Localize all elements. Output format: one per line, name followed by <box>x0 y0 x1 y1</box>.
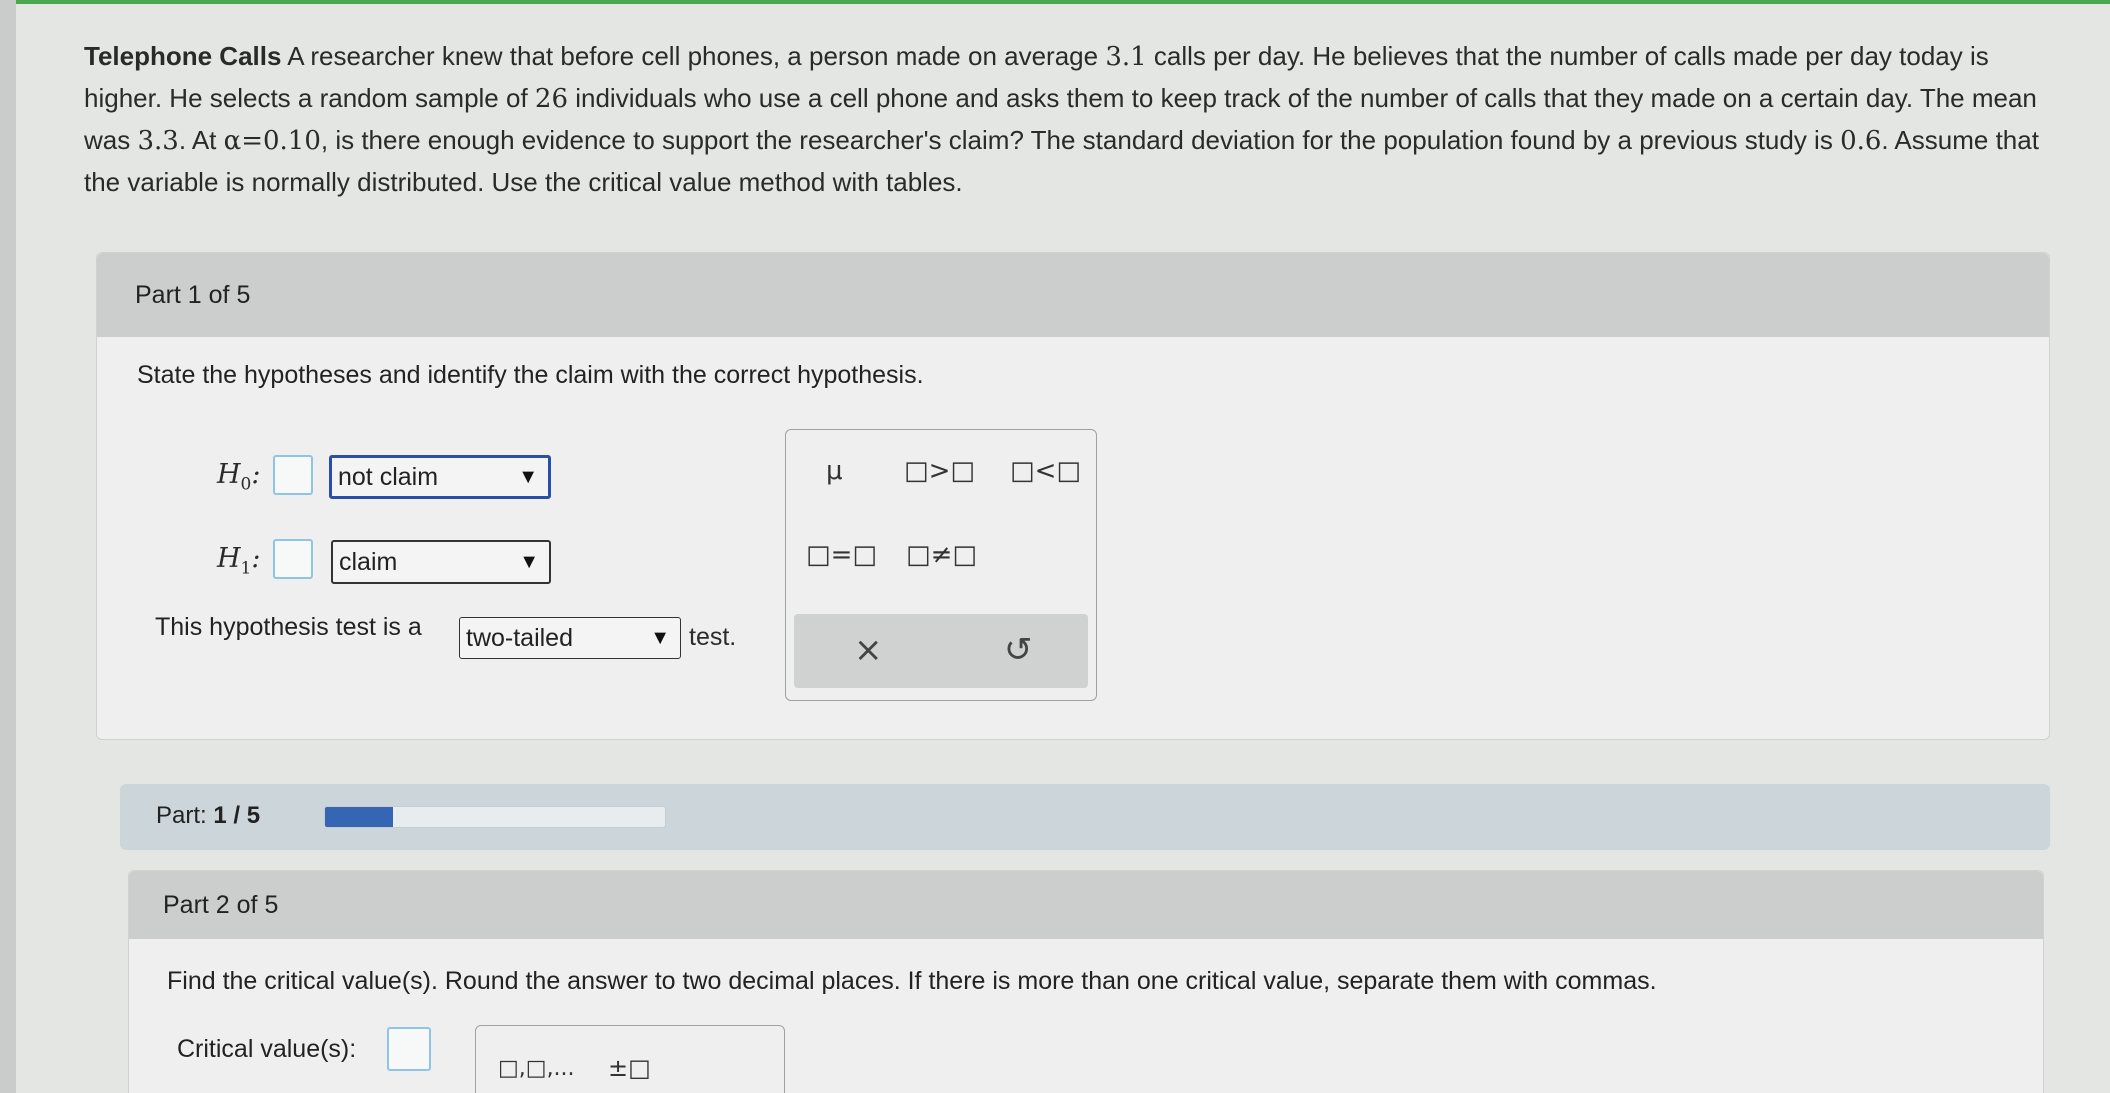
problem-value: 3.1 <box>1105 42 1147 72</box>
h1-subscript: 1 <box>240 558 252 579</box>
h0-claim-select[interactable]: not claim ▼ <box>329 455 551 499</box>
undo-icon[interactable]: ↺ <box>1004 630 1033 670</box>
clear-icon[interactable]: × <box>854 630 883 670</box>
test-type-value: two-tailed <box>466 623 573 652</box>
critical-value-box[interactable] <box>387 1027 431 1071</box>
list-button[interactable]: □,□,... <box>498 1056 575 1081</box>
part-2-header: Part 2 of 5 <box>129 871 2043 939</box>
plus-minus-button[interactable]: ±□ <box>608 1054 651 1082</box>
h1-answer-box[interactable] <box>273 539 313 579</box>
mu-button[interactable]: μ <box>826 456 843 486</box>
h1-colon: : <box>251 543 261 574</box>
part-2-prompt: Find the critical value(s). Round the an… <box>167 967 1657 995</box>
h0-claim-value: not claim <box>338 462 439 491</box>
h1-claim-value: claim <box>339 547 398 576</box>
test-type-line: This hypothesis test is a <box>155 613 422 642</box>
h0-label: H0: <box>217 459 260 494</box>
h1-claim-select[interactable]: claim ▼ <box>331 540 551 584</box>
part-1-title: Part 1 of 5 <box>135 280 251 309</box>
progress-bar <box>324 806 666 828</box>
progress-bar-fill <box>325 807 393 827</box>
test-type-select[interactable]: two-tailed ▼ <box>459 617 681 659</box>
problem-text: A researcher knew that before cell phone… <box>281 41 1106 71</box>
part-2-card: Part 2 of 5 Find the critical value(s). … <box>128 870 2044 1093</box>
h0-answer-box[interactable] <box>273 455 313 495</box>
test-type-suffix: test. <box>689 623 737 651</box>
critical-value-palette: □,□,... ±□ <box>475 1025 785 1093</box>
test-type-prefix: This hypothesis test is a <box>155 613 422 641</box>
progress-label-text: Part: <box>156 802 207 829</box>
h1-letter: H <box>217 543 241 574</box>
symbol-palette: μ □>□ □<□ □=□ □≠□ × ↺ <box>785 429 1097 701</box>
dropdown-arrow-icon: ▼ <box>650 626 670 649</box>
progress-strip: Part: 1 / 5 <box>120 784 2050 850</box>
left-edge <box>0 0 16 1093</box>
h0-subscript: 0 <box>240 474 252 495</box>
less-than-button[interactable]: □<□ <box>1010 456 1081 486</box>
problem-statement: Telephone Calls A researcher knew that b… <box>84 36 2044 203</box>
h1-label: H1: <box>217 543 260 578</box>
top-accent-bar <box>0 0 2110 4</box>
part-1-prompt: State the hypotheses and identify the cl… <box>137 361 924 389</box>
progress-label: Part: 1 / 5 <box>156 802 260 830</box>
problem-value: 26 <box>534 84 568 114</box>
problem-title: Telephone Calls <box>84 41 282 71</box>
equal-button[interactable]: □=□ <box>806 540 877 570</box>
problem-value: 3.3 <box>137 126 179 156</box>
dropdown-arrow-icon: ▼ <box>518 465 538 488</box>
not-equal-button[interactable]: □≠□ <box>906 540 977 570</box>
problem-alpha: α=0.10 <box>223 126 321 156</box>
problem-value: 0.6 <box>1840 126 1882 156</box>
part-2-title: Part 2 of 5 <box>163 890 279 919</box>
problem-text: . At <box>178 125 224 155</box>
dropdown-arrow-icon: ▼ <box>519 550 539 573</box>
progress-value: 1 / 5 <box>213 802 261 829</box>
h0-colon: : <box>251 459 261 490</box>
palette-footer: × ↺ <box>794 614 1088 688</box>
critical-value-label: Critical value(s): <box>177 1035 357 1063</box>
problem-text: , is there enough evidence to support th… <box>320 125 1841 155</box>
greater-than-button[interactable]: □>□ <box>904 456 975 486</box>
part-1-card: Part 1 of 5 State the hypotheses and ide… <box>96 252 2050 740</box>
h0-letter: H <box>217 459 241 490</box>
part-1-header: Part 1 of 5 <box>97 253 2049 337</box>
